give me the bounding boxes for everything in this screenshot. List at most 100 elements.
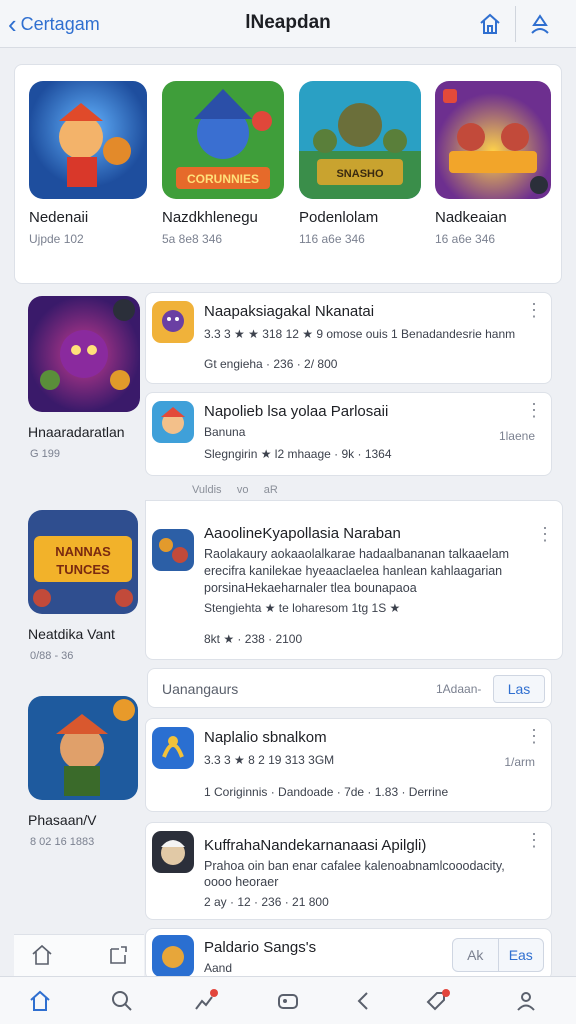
user-icon[interactable] bbox=[524, 8, 556, 40]
side-game[interactable]: Phasaan/V 8 02 16 1883 bbox=[14, 696, 144, 848]
segment-left[interactable]: Ak bbox=[453, 939, 499, 971]
top-bar: ‹ Certagam lNeapdan bbox=[0, 0, 576, 48]
item-stats-line: 2 ay · 12 · 236 · 21 800 bbox=[204, 895, 329, 909]
item-description-line: Raolakaury aokaaolalkarae hadaalbananan … bbox=[204, 547, 510, 561]
app-icon bbox=[152, 935, 194, 977]
side-game-name: Phasaan/V bbox=[28, 812, 97, 828]
game-thumbnail[interactable] bbox=[28, 296, 140, 412]
item-title: Naplalio sbnalkom bbox=[204, 729, 327, 746]
item-description-line: porsinaHekaeharnaler tlea bounapaoa bbox=[204, 581, 417, 595]
game-thumbnail[interactable] bbox=[29, 81, 147, 199]
game-thumbnail[interactable] bbox=[28, 696, 138, 800]
divider bbox=[515, 6, 516, 42]
item-subtitle: Banuna bbox=[204, 425, 246, 439]
more-options-icon[interactable]: ⋮ bbox=[536, 525, 554, 543]
featured-card: Nedenaii Ujpde 102 CORUNNIES Nazdkhleneg… bbox=[14, 64, 562, 284]
filter-bar: Uanangaurs 1Adaan- Las bbox=[147, 668, 552, 708]
svg-text:NANNAS: NANNAS bbox=[55, 544, 111, 559]
tag-icon[interactable] bbox=[422, 987, 450, 1015]
home-icon[interactable] bbox=[474, 8, 506, 40]
featured-item[interactable]: Nedenaii Ujpde 102 bbox=[29, 81, 147, 246]
side-game[interactable]: NANNAS TUNCES Neatdika Vant 0/88 - 36 bbox=[14, 510, 144, 662]
side-game[interactable]: Hnaaradaratlan G 199 bbox=[14, 296, 144, 460]
item-title: KuffrahaNandekarnanaasi Apilgli) bbox=[204, 837, 427, 854]
featured-item[interactable]: Nadkeaian 16 a6e 346 bbox=[435, 81, 553, 246]
segment-right[interactable]: Eas bbox=[499, 939, 544, 971]
bottom-nav bbox=[0, 976, 576, 1024]
side-game-meta: 8 02 16 1883 bbox=[30, 836, 95, 848]
list-item[interactable]: Naapaksiagakal Nkanatai 3.3 3 ★ ★ 318 12… bbox=[145, 292, 552, 384]
app-icon bbox=[152, 529, 194, 571]
back-icon[interactable] bbox=[350, 987, 378, 1015]
filter-button[interactable]: Las bbox=[493, 675, 545, 703]
game-thumbnail[interactable]: NANNAS TUNCES bbox=[28, 510, 138, 614]
app-icon bbox=[152, 401, 194, 443]
item-rating-line: 3.3 3 ★ 8 2 19 313 3GM bbox=[204, 753, 335, 767]
filter-count: 1Adaan- bbox=[436, 682, 482, 696]
section-tab[interactable]: Vuldis bbox=[192, 484, 222, 496]
svg-text:SNASHO: SNASHO bbox=[336, 168, 384, 180]
featured-meta: 16 a6e 346 bbox=[435, 232, 496, 246]
item-description-line: Prahoa oin ban enar cafalee kalenoabnaml… bbox=[204, 859, 505, 873]
filter-label: Uanangaurs bbox=[162, 681, 239, 697]
side-game-meta: G 199 bbox=[30, 448, 60, 460]
more-options-icon[interactable]: ⋮ bbox=[525, 401, 543, 419]
svg-text:CORUNNIES: CORUNNIES bbox=[187, 172, 259, 186]
side-game-name: Hnaaradaratlan bbox=[28, 424, 125, 440]
segment-pill: Ak Eas bbox=[452, 938, 544, 972]
more-options-icon[interactable]: ⋮ bbox=[525, 301, 543, 319]
item-right-label: 1/arm bbox=[504, 755, 535, 769]
section-tab[interactable]: aR bbox=[264, 484, 278, 496]
featured-meta: 5a 8e8 346 bbox=[162, 232, 223, 246]
item-rating-line: 3.3 3 ★ ★ 318 12 ★ 9 omose ouis 1 Benada… bbox=[204, 327, 516, 341]
item-rating-line: Stengiehta ★ te loharesom 1tg 1S ★ bbox=[204, 601, 401, 615]
notification-dot bbox=[442, 989, 450, 997]
item-stats-line: 8kt ★ · 238 · 2100 bbox=[204, 632, 303, 646]
app-icon bbox=[152, 831, 194, 873]
item-description-line: erecifra kanilekae hyeaaclaelea hanlean … bbox=[204, 564, 503, 578]
section-tab[interactable]: vo bbox=[237, 484, 249, 496]
list-item-expanded[interactable]: AaoolineKyapollasia Naraban Raolakaury a… bbox=[145, 500, 563, 660]
featured-name: Nedenaii bbox=[29, 209, 89, 226]
item-description-line: oooo heoraer bbox=[204, 875, 279, 889]
svg-text:TUNCES: TUNCES bbox=[56, 562, 110, 577]
activity-icon[interactable] bbox=[190, 987, 218, 1015]
share-icon[interactable] bbox=[106, 943, 130, 972]
item-title: Naapaksiagakal Nkanatai bbox=[204, 303, 375, 320]
item-title: Napolieb lsa yolaa Parlosaii bbox=[204, 403, 389, 420]
featured-name: Nadkeaian bbox=[435, 209, 507, 226]
item-stats-line: Gt engieha · 236 · 2/ 800 bbox=[204, 357, 338, 371]
item-stats-line: 1 Coriginnis · Dandoade · 7de · 1.83 · D… bbox=[204, 785, 449, 799]
featured-meta: 116 a6e 346 bbox=[299, 232, 365, 246]
featured-meta: Ujpde 102 bbox=[29, 232, 84, 246]
game-thumbnail[interactable] bbox=[435, 81, 551, 199]
featured-name: Nazdkhlenegu bbox=[162, 209, 258, 226]
item-title: AaoolineKyapollasia Naraban bbox=[204, 525, 401, 542]
item-right-label: 1laene bbox=[498, 429, 535, 443]
list-item[interactable]: KuffrahaNandekarnanaasi Apilgli) Prahoa … bbox=[145, 822, 552, 920]
item-stats-line: Slegngirin ★ l2 mhaage · 9k · 1364 bbox=[204, 447, 392, 461]
side-toolbar bbox=[14, 934, 144, 976]
list-item[interactable]: Napolieb lsa yolaa Parlosaii Banuna Sleg… bbox=[145, 392, 552, 476]
item-subtitle: Aand bbox=[204, 961, 233, 975]
featured-name: Podenlolam bbox=[299, 209, 379, 226]
notification-dot bbox=[210, 989, 218, 997]
item-title: Paldario Sangs's bbox=[204, 939, 317, 956]
section-tabs: Vuldis vo aR bbox=[192, 484, 278, 496]
side-game-name: Neatdika Vant bbox=[28, 626, 115, 642]
featured-item[interactable]: SNASHO Podenlolam 116 a6e 346 bbox=[299, 81, 421, 246]
side-game-meta: 0/88 - 36 bbox=[30, 650, 74, 662]
app-icon bbox=[152, 727, 194, 769]
more-options-icon[interactable]: ⋮ bbox=[525, 727, 543, 745]
app-icon bbox=[152, 301, 194, 343]
more-options-icon[interactable]: ⋮ bbox=[525, 831, 543, 849]
home-icon[interactable] bbox=[26, 987, 54, 1015]
home-icon[interactable] bbox=[30, 943, 54, 972]
game-thumbnail[interactable]: CORUNNIES bbox=[162, 81, 284, 199]
games-icon[interactable] bbox=[274, 987, 302, 1015]
game-thumbnail[interactable]: SNASHO bbox=[299, 81, 421, 199]
featured-item[interactable]: CORUNNIES Nazdkhlenegu 5a 8e8 346 bbox=[162, 81, 284, 246]
search-icon[interactable] bbox=[108, 987, 136, 1015]
list-item[interactable]: Naplalio sbnalkom 3.3 3 ★ 8 2 19 313 3GM… bbox=[145, 718, 552, 812]
profile-icon[interactable] bbox=[512, 987, 540, 1015]
